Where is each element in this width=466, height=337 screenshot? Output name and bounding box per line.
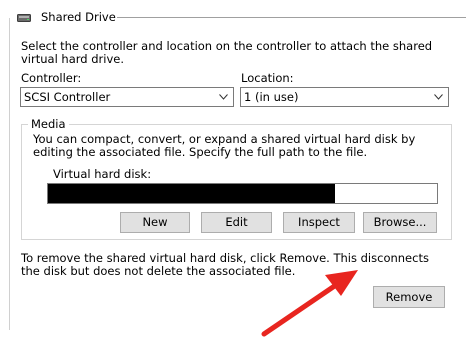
shared-drive-settings-pane: Shared Drive Select the controller and l… — [0, 0, 466, 337]
arrow-shaft — [261, 282, 339, 337]
annotation-arrow — [261, 270, 358, 337]
